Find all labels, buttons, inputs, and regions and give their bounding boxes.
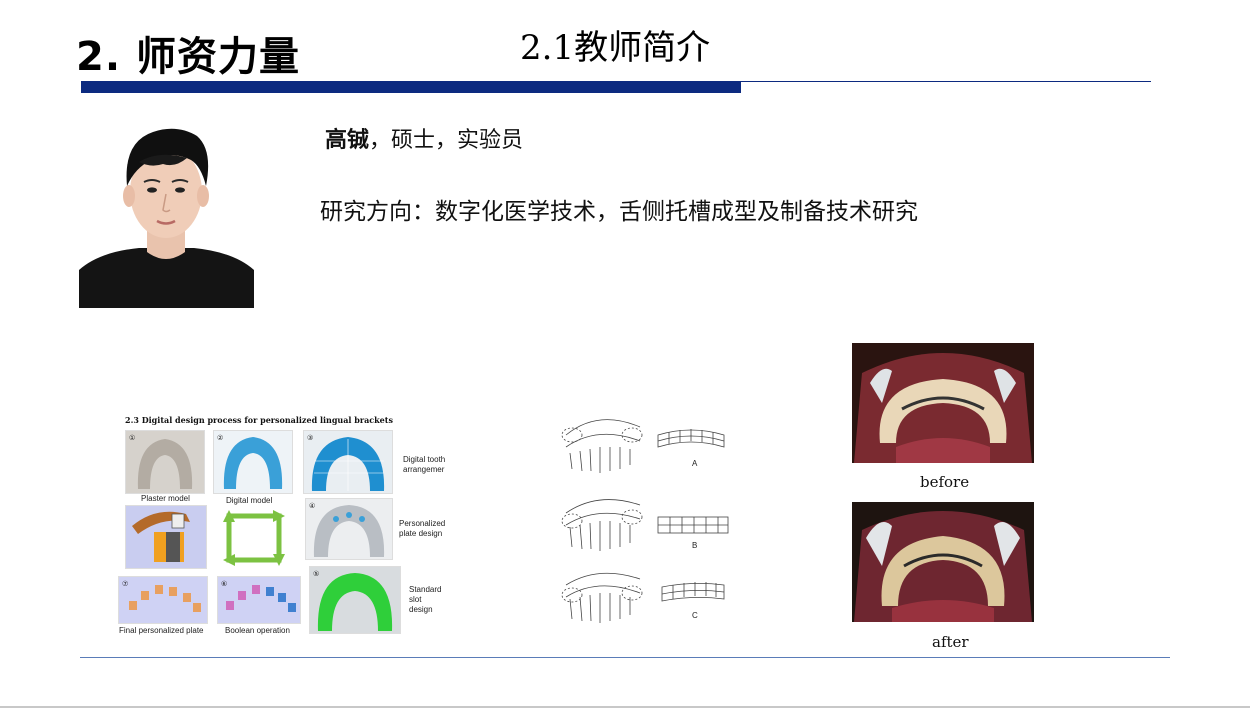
- caption-standard: Standard: [409, 585, 442, 594]
- teacher-portrait: [79, 120, 254, 308]
- caption-arrangemer: arrangemer: [403, 465, 445, 474]
- teacher-credentials: ，硕士，实验员: [369, 128, 524, 153]
- arch-label-b: B: [692, 541, 698, 550]
- svg-text:⑤: ⑤: [313, 570, 319, 578]
- slot-grid-a: [657, 429, 725, 448]
- arch-teeth-c: [561, 572, 643, 623]
- caption-digital-model: Digital model: [226, 496, 273, 505]
- bracket-model-image: [125, 505, 207, 569]
- before-photo: [852, 343, 1034, 463]
- slot-grid-b: [657, 516, 729, 534]
- after-label: after: [932, 633, 969, 651]
- svg-text:④: ④: [309, 502, 315, 510]
- arch-teeth-a: [561, 419, 643, 473]
- boolean-operation-image: ⑥: [217, 576, 301, 624]
- portrait-illustration: [79, 120, 254, 308]
- caption-personalized: Personalized: [399, 519, 446, 528]
- section-title: 2. 师资力量: [76, 34, 300, 80]
- before-label: before: [920, 473, 970, 491]
- teacher-name-line: 高铖，硕士，实验员: [325, 122, 523, 154]
- teacher-name: 高铖: [325, 127, 370, 153]
- arch-drawing-figure: A B C: [558, 405, 738, 635]
- arch-teeth-b: [561, 499, 643, 551]
- svg-text:①: ①: [129, 434, 135, 442]
- design-process-figure: 2.3 Digital design process for personali…: [115, 412, 455, 642]
- caption-plaster-model: Plaster model: [141, 494, 190, 503]
- header-accent-bar: [81, 81, 741, 93]
- figure-title: 2.3 Digital design process for personali…: [125, 415, 393, 425]
- arch-label-c: C: [692, 611, 698, 620]
- svg-text:⑦: ⑦: [122, 580, 128, 588]
- svg-text:⑥: ⑥: [221, 580, 227, 588]
- research-direction: 研究方向：数字化医学技术，舌侧托槽成型及制备技术研究: [320, 199, 918, 225]
- final-plate-image: ⑦: [118, 576, 208, 624]
- caption-slot: slot: [409, 595, 422, 604]
- svg-text:③: ③: [307, 434, 313, 442]
- process-cycle-arrows: [223, 510, 285, 566]
- subsection-title: 2.1教师简介: [520, 28, 711, 68]
- caption-plate-design: plate design: [399, 529, 443, 538]
- after-photo: [852, 502, 1034, 622]
- header-divider-line: [741, 81, 1151, 82]
- svg-text:②: ②: [217, 434, 223, 442]
- footer-divider-line: [80, 657, 1170, 658]
- tooth-arrangement-image: ③: [303, 430, 393, 494]
- slot-grid-c: [661, 582, 725, 602]
- plate-design-image: ④: [305, 498, 393, 560]
- caption-final-plate: Final personalized plate: [119, 626, 204, 635]
- caption-boolean: Boolean operation: [225, 626, 290, 635]
- arch-label-a: A: [692, 459, 698, 468]
- plaster-model-image: ①: [125, 430, 205, 494]
- digital-model-image: ②: [213, 430, 293, 494]
- standard-slot-image: ⑤: [309, 566, 401, 634]
- caption-digital-tooth: Digital tooth: [403, 455, 446, 464]
- caption-design: design: [409, 605, 433, 614]
